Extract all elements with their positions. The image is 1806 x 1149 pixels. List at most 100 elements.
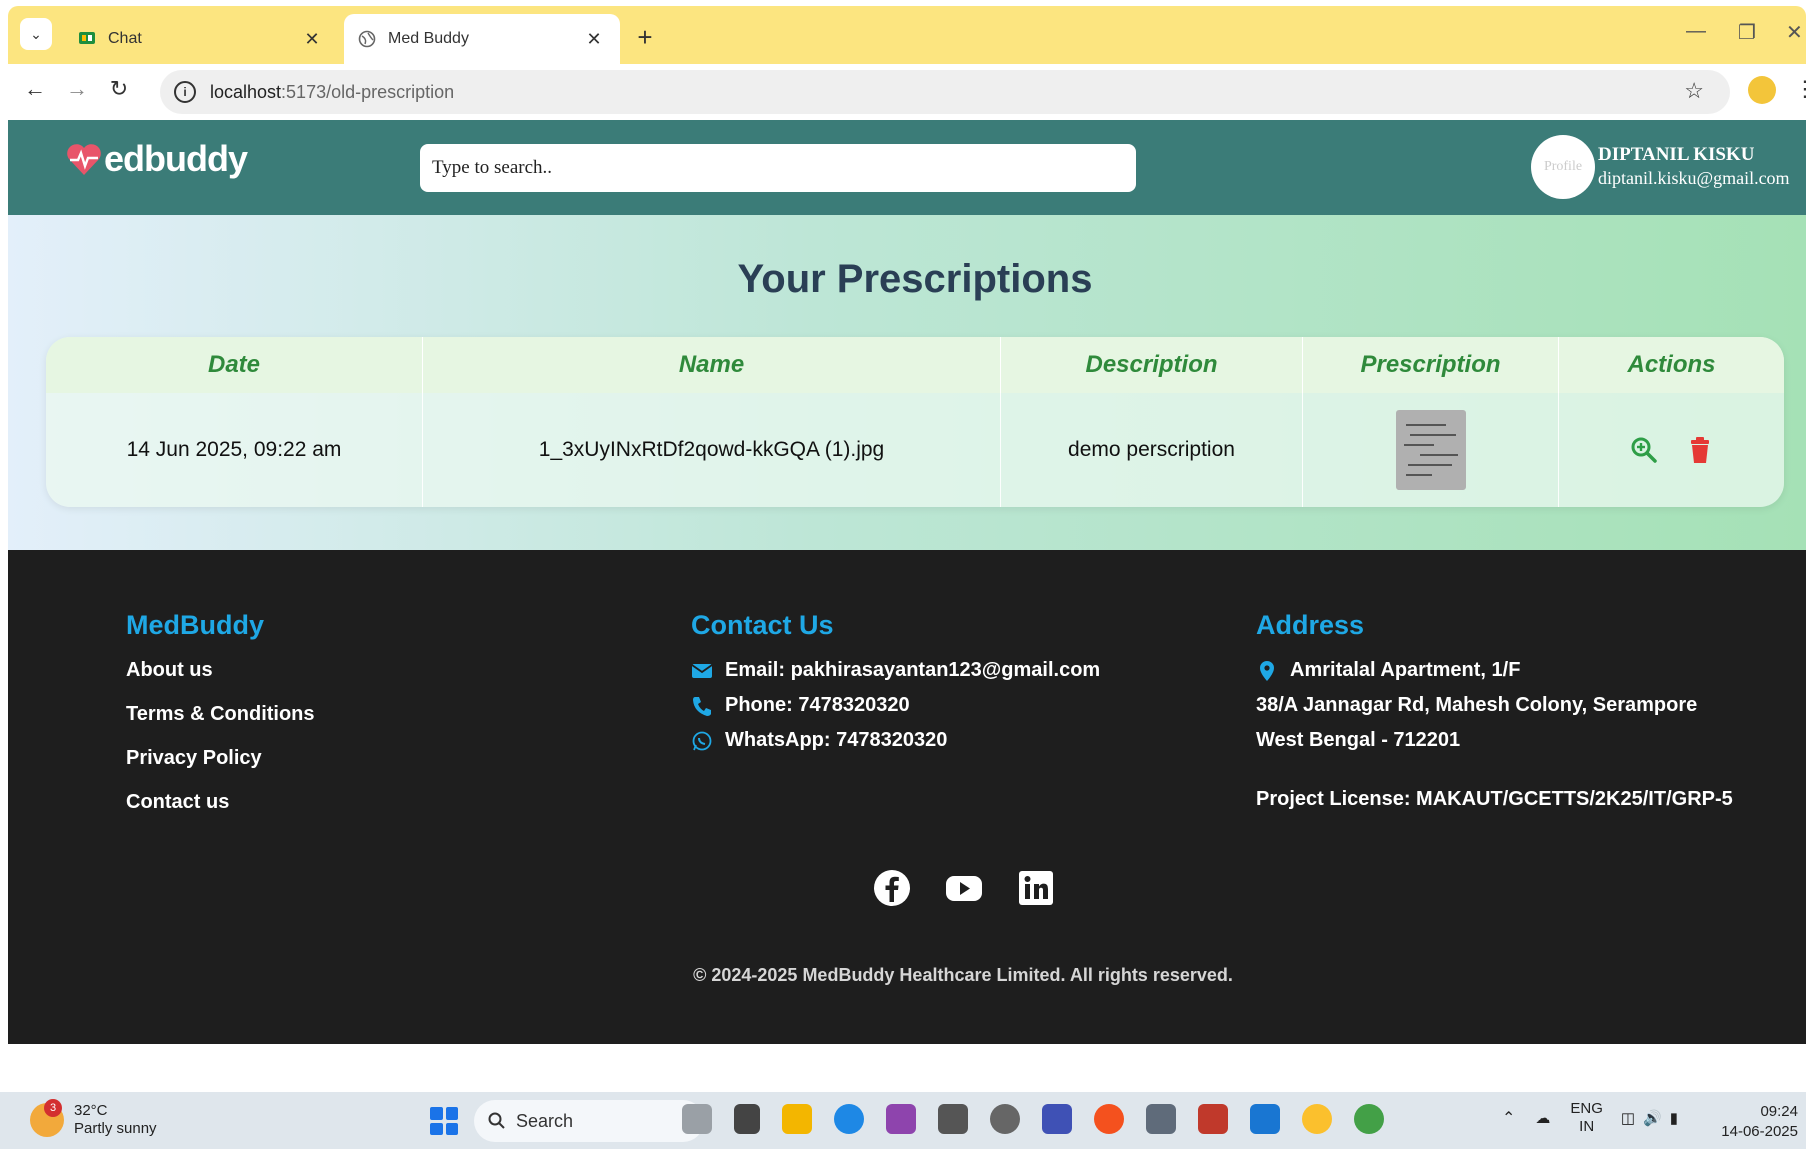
windows-taskbar: 3 32°C Partly sunny Search ⌃ ☁ ENG IN ◫ — [0, 1092, 1806, 1149]
contact-phone-text: Phone: 7478320320 — [725, 694, 910, 716]
zoom-in-icon[interactable] — [1630, 436, 1658, 464]
facebook-icon[interactable] — [872, 868, 912, 908]
clock-date: 14-06-2025 — [1721, 1123, 1798, 1140]
taskbar-clock[interactable]: 09:24 14-06-2025 — [1721, 1102, 1798, 1142]
copilot-icon[interactable] — [886, 1104, 916, 1134]
minimize-icon[interactable]: — — [1686, 20, 1706, 43]
prescription-thumbnail[interactable] — [1395, 410, 1466, 490]
globe-icon — [358, 30, 376, 48]
browser-profile-avatar[interactable] — [1748, 76, 1776, 104]
address-line-2: 38/A Jannagar Rd, Mahesh Colony, Serampo… — [1256, 694, 1698, 716]
footer-address-column: Address Amritalal Apartment, 1/F 38/A Ja… — [1256, 610, 1733, 823]
lang-bottom: IN — [1579, 1118, 1595, 1135]
system-tray: ⌃ ☁ ENG IN ◫ 🔊 ▮ — [1502, 1100, 1678, 1136]
close-window-icon[interactable]: ✕ — [1786, 20, 1803, 45]
footer-contact-column: Contact Us Email: pakhirasayantan123@gma… — [691, 610, 1100, 764]
network-icon[interactable]: ◫ — [1621, 1109, 1635, 1127]
chrome-profile-icon[interactable] — [1354, 1104, 1384, 1134]
search-icon — [488, 1112, 505, 1129]
forward-arrow-icon[interactable]: → — [62, 76, 92, 102]
widget-app-icon[interactable] — [682, 1104, 712, 1134]
volume-icon[interactable]: 🔊 — [1643, 1109, 1662, 1127]
taskbar-search[interactable]: Search — [474, 1100, 704, 1142]
language-indicator[interactable]: ENG IN — [1570, 1100, 1603, 1136]
footer-link-privacy[interactable]: Privacy Policy — [126, 747, 315, 770]
chrome-canary-icon[interactable] — [1302, 1104, 1332, 1134]
footer-link-contact[interactable]: Contact us — [126, 791, 315, 814]
column-header-actions: Actions — [1627, 351, 1716, 378]
weather-widget[interactable]: 3 32°C Partly sunny — [30, 1099, 157, 1138]
tab-title: Med Buddy — [388, 30, 469, 47]
map-pin-icon — [1260, 660, 1274, 681]
tab-med-buddy[interactable]: Med Buddy ✕ — [344, 14, 620, 64]
footer-heading-contact: Contact Us — [691, 610, 834, 640]
phone-icon — [693, 696, 711, 716]
vscode-icon[interactable] — [1250, 1104, 1280, 1134]
taskbar-apps — [682, 1104, 1406, 1134]
prescriptions-section: Your Prescriptions Date Name Description… — [8, 215, 1806, 550]
table-row: 14 Jun 2025, 09:22 am 1_3xUyINxRtDf2qowd… — [46, 393, 1784, 507]
column-header-description: Description — [1001, 337, 1303, 393]
cell-description: demo perscription — [1001, 393, 1303, 507]
prescriptions-table: Date Name Description Prescription Actio… — [46, 337, 1784, 507]
chrome-icon[interactable] — [1094, 1104, 1124, 1134]
contact-whatsapp[interactable]: WhatsApp: 7478320320 — [691, 729, 1100, 752]
browser-menu-icon[interactable]: ⋮ — [1794, 76, 1806, 102]
battery-icon[interactable]: ▮ — [1670, 1109, 1678, 1127]
close-tab-icon[interactable]: ✕ — [300, 29, 324, 50]
browser-toolbar: ← → ↻ i localhost:5173/old-prescription … — [8, 64, 1806, 120]
cell-actions — [1559, 393, 1784, 507]
cell-prescription — [1303, 393, 1559, 507]
bookmark-star-icon[interactable]: ☆ — [1684, 78, 1704, 104]
trash-icon[interactable] — [1686, 436, 1714, 464]
user-name: DIPTANIL KISKU — [1598, 144, 1755, 165]
footer-link-terms[interactable]: Terms & Conditions — [126, 703, 315, 726]
weather-sun-icon: 3 — [30, 1099, 64, 1137]
contact-email[interactable]: Email: pakhirasayantan123@gmail.com — [691, 659, 1100, 682]
search-input[interactable] — [420, 144, 1136, 192]
linkedin-icon[interactable] — [1016, 868, 1056, 908]
address-line-3: West Bengal - 712201 — [1256, 729, 1461, 751]
back-arrow-icon[interactable]: ← — [20, 76, 50, 102]
notification-badge: 3 — [44, 1099, 62, 1117]
edge-browser-icon[interactable] — [834, 1104, 864, 1134]
app-icon[interactable] — [1146, 1104, 1176, 1134]
medbuddy-logo[interactable]: edbuddy — [64, 138, 248, 180]
user-avatar[interactable]: Profile — [1531, 135, 1595, 199]
taskbar-search-label: Search — [516, 1110, 574, 1131]
table-header: Date Name Description Prescription Actio… — [46, 337, 1784, 393]
user-info: DIPTANIL KISKU diptanil.kisku@gmail.com — [1598, 144, 1790, 189]
new-tab-button[interactable]: + — [630, 22, 660, 53]
contact-whatsapp-text: WhatsApp: 7478320320 — [725, 729, 948, 751]
heart-logo-icon — [67, 144, 101, 175]
chevron-up-icon[interactable]: ⌃ — [1502, 1108, 1515, 1128]
office-icon[interactable] — [1198, 1104, 1228, 1134]
app-icon[interactable] — [990, 1104, 1020, 1134]
task-view-icon[interactable] — [734, 1104, 760, 1134]
tab-chat[interactable]: Chat ✕ — [64, 14, 338, 64]
user-email: diptanil.kisku@gmail.com — [1598, 168, 1790, 188]
column-header-date: Date — [46, 337, 423, 393]
footer-heading-address: Address — [1256, 610, 1365, 640]
youtube-icon[interactable] — [944, 868, 984, 908]
cloud-off-icon[interactable]: ☁ — [1535, 1109, 1550, 1127]
address-bar[interactable]: i localhost:5173/old-prescription ☆ — [160, 70, 1730, 114]
whatsapp-icon — [692, 731, 712, 750]
project-license: Project License: MAKAUT/GCETTS/2K25/IT/G… — [1256, 788, 1733, 810]
clock-time: 09:24 — [1760, 1103, 1798, 1120]
close-tab-icon[interactable]: ✕ — [582, 29, 606, 50]
app-icon[interactable] — [1042, 1104, 1072, 1134]
reload-icon[interactable]: ↻ — [104, 76, 134, 102]
windows-start-icon[interactable] — [430, 1107, 458, 1135]
site-info-icon[interactable]: i — [174, 81, 196, 103]
footer-link-about[interactable]: About us — [126, 659, 315, 682]
file-explorer-icon[interactable] — [782, 1104, 812, 1134]
restore-icon[interactable]: ❐ — [1738, 20, 1756, 45]
tab-title: Chat — [108, 30, 142, 47]
tab-search-dropdown[interactable]: ⌄ — [20, 18, 52, 50]
url-text: localhost:5173/old-prescription — [210, 81, 455, 102]
weather-desc: Partly sunny — [74, 1120, 157, 1137]
store-icon[interactable] — [938, 1104, 968, 1134]
lang-top: ENG — [1570, 1100, 1603, 1117]
contact-phone[interactable]: Phone: 7478320320 — [691, 694, 1100, 717]
